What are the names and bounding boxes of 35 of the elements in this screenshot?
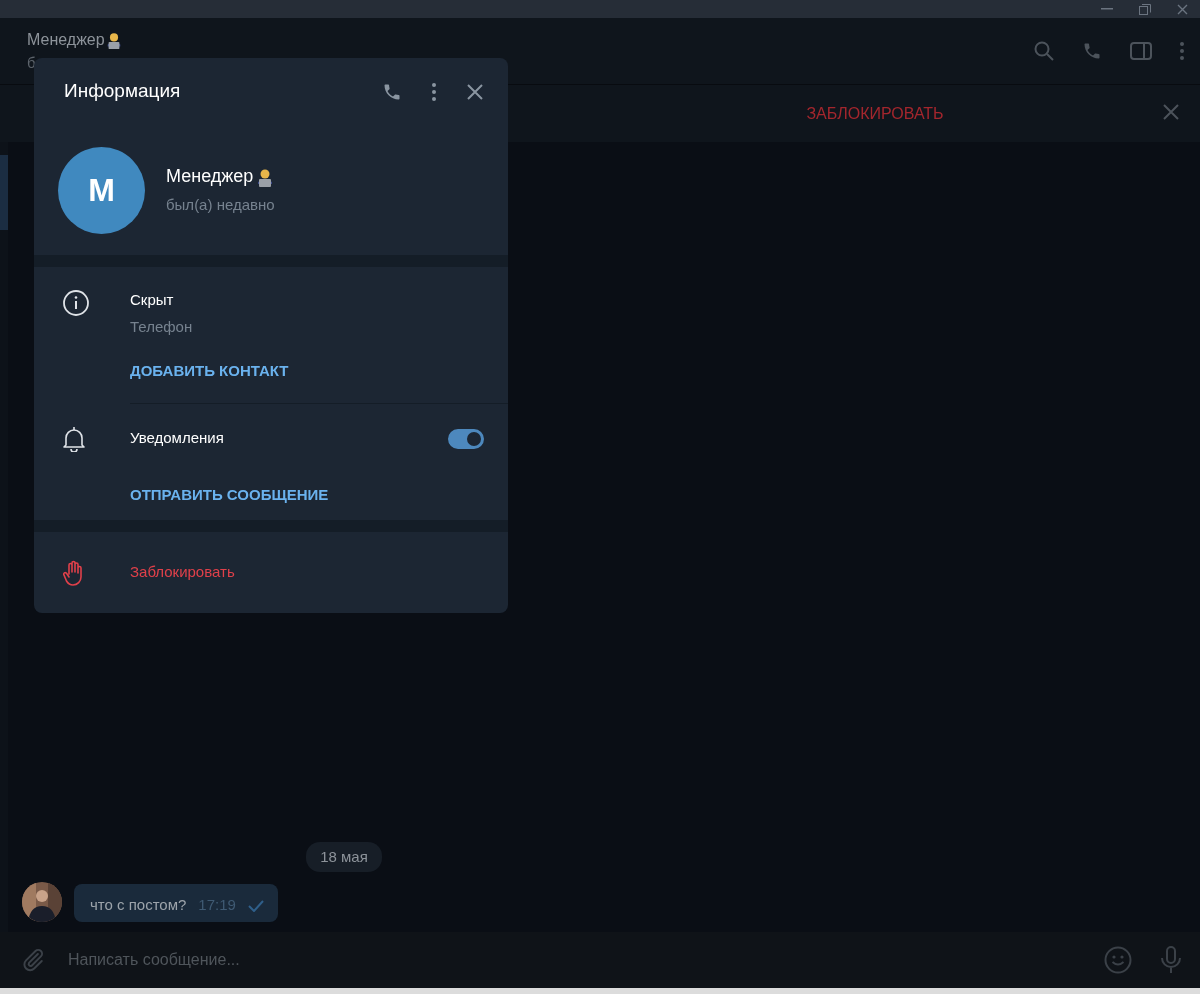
- close-icon[interactable]: [1177, 3, 1188, 15]
- block-contact-button[interactable]: Заблокировать: [130, 561, 235, 584]
- sidebar-icon[interactable]: [1130, 42, 1152, 60]
- attach-button[interactable]: [0, 932, 66, 988]
- chat-status: б: [27, 52, 37, 73]
- notifications-toggle[interactable]: [448, 428, 484, 449]
- restore-icon[interactable]: [1139, 3, 1151, 15]
- add-contact-link[interactable]: ДОБАВИТЬ КОНТАКТ: [130, 360, 289, 383]
- contact-name: Менеджер: [166, 165, 254, 189]
- more-icon[interactable]: [1180, 42, 1184, 60]
- message-time: 17:19: [198, 894, 236, 915]
- bell-icon: [62, 425, 86, 452]
- check-icon: [247, 900, 264, 912]
- minimize-icon[interactable]: [1101, 8, 1113, 10]
- send-message-link[interactable]: ОТПРАВИТЬ СООБЩЕНИЕ: [130, 483, 329, 506]
- microphone-button[interactable]: [1146, 932, 1200, 988]
- chat-title: Менеджер: [27, 29, 105, 50]
- avatar: М: [58, 146, 145, 234]
- close-icon[interactable]: [1162, 103, 1180, 121]
- info-icon: [62, 289, 90, 317]
- smiley-icon: [1104, 946, 1132, 974]
- more-icon[interactable]: [432, 82, 436, 101]
- search-icon[interactable]: [1034, 41, 1054, 61]
- phone-icon[interactable]: [1082, 41, 1102, 61]
- dialog-title: Информация: [64, 79, 182, 104]
- notifications-label: Уведомления: [130, 428, 225, 449]
- message-text: что с постом?: [90, 894, 187, 915]
- phone-value: Скрыт: [130, 290, 175, 310]
- contact-status: был(а) недавно: [166, 195, 276, 216]
- close-icon[interactable]: [466, 82, 484, 101]
- message-input[interactable]: Написать сообщение...: [66, 932, 1090, 988]
- phone-label: Телефон: [130, 316, 194, 337]
- microphone-icon: [1160, 946, 1182, 974]
- paperclip-icon: [20, 947, 46, 973]
- date-pill: 18 мая: [306, 841, 382, 872]
